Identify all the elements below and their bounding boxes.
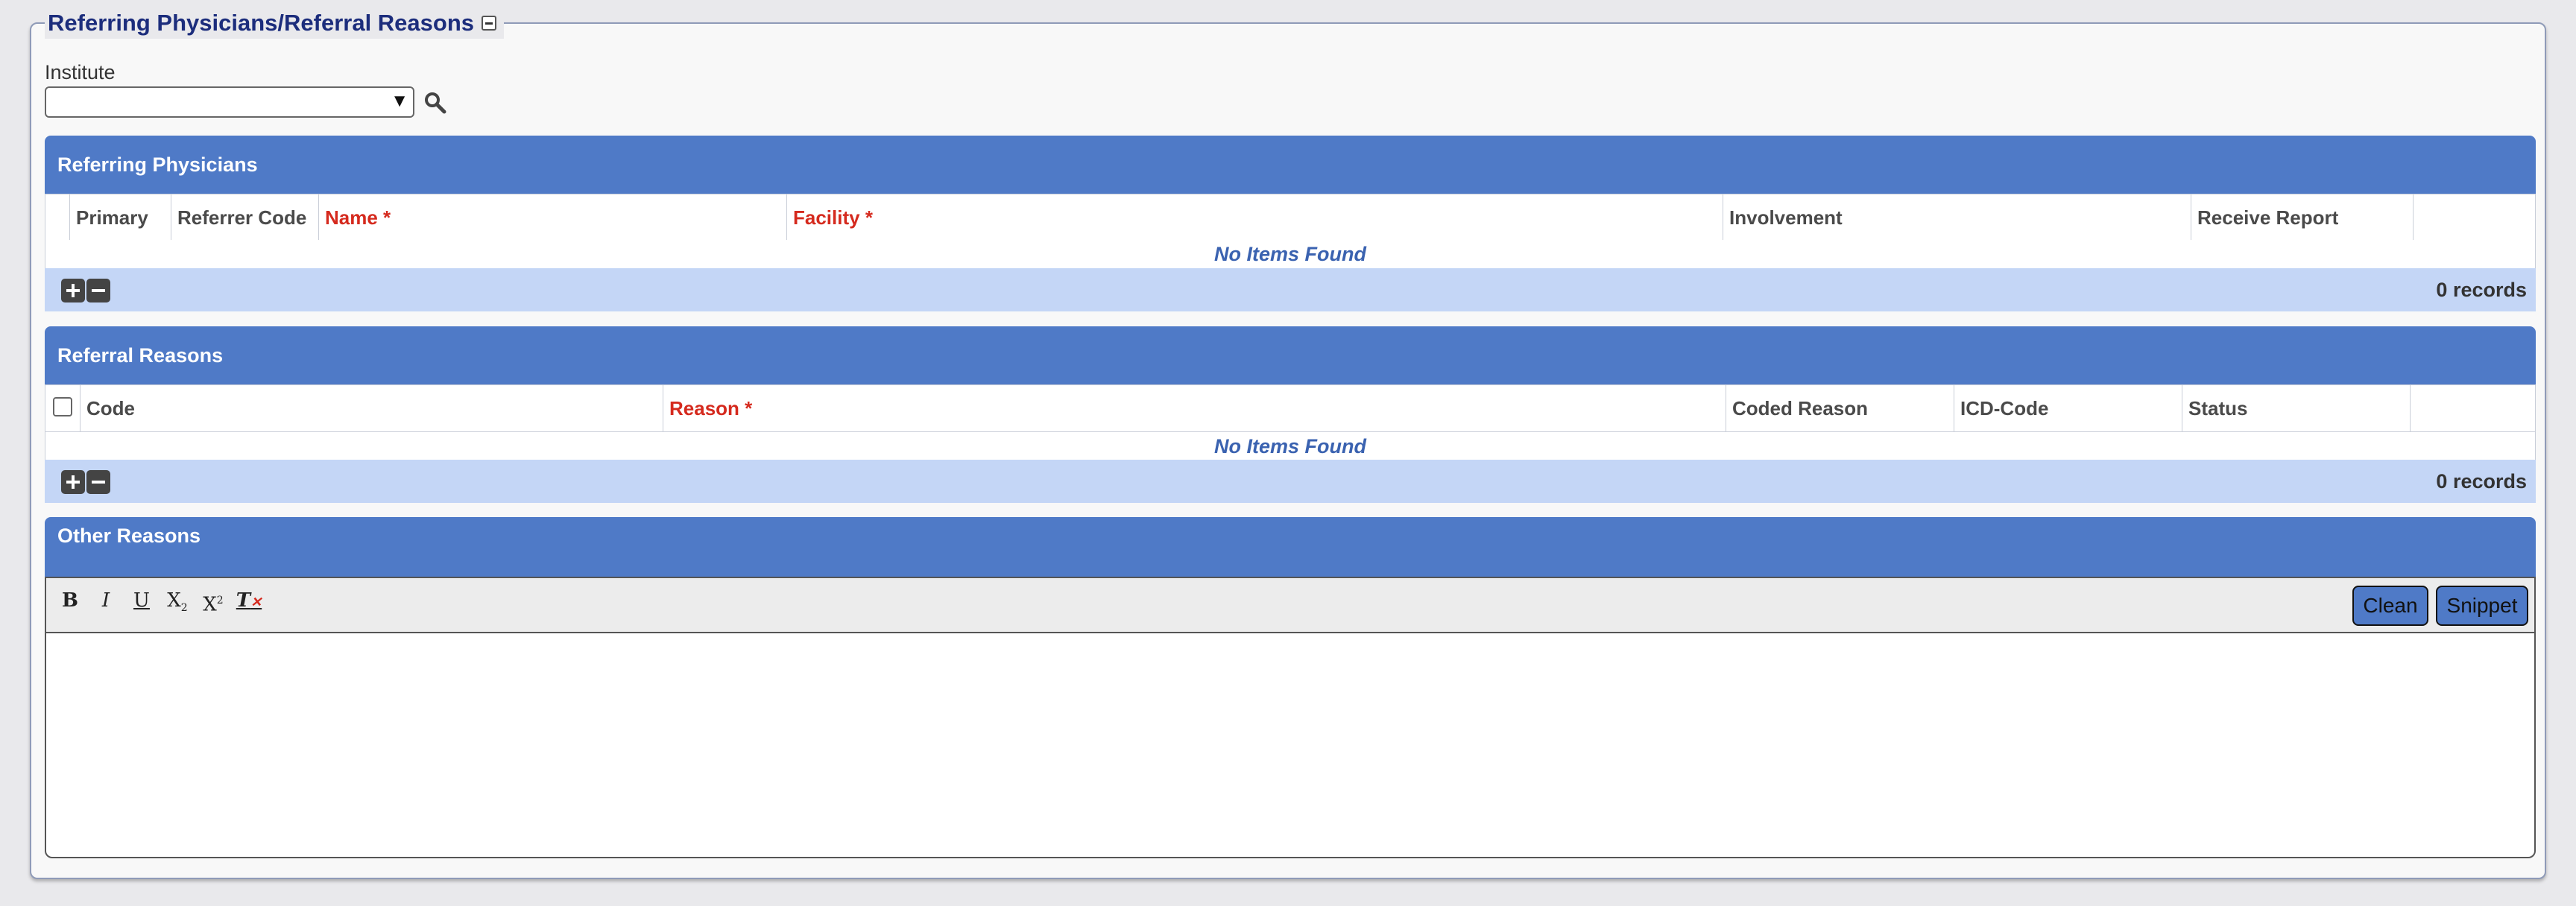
physicians-empty-message: No Items Found (45, 240, 2536, 268)
add-icon[interactable] (61, 470, 85, 494)
reasons-record-count: 0 records (2436, 470, 2527, 492)
institute-label: Institute (45, 61, 116, 83)
other-reasons-editor[interactable] (45, 633, 2536, 858)
other-reasons-header: Other Reasons (45, 517, 2536, 577)
snippet-button[interactable]: Snippet (2436, 586, 2528, 626)
col-icd-code[interactable]: ICD-Code (1954, 385, 2182, 431)
physicians-col-select (45, 194, 69, 241)
underline-icon[interactable]: U (127, 586, 157, 615)
reasons-table-header: Code Reason * Coded Reason ICD-Code Stat… (45, 384, 2536, 432)
col-status[interactable]: Status (2182, 385, 2410, 431)
section-legend: Referring Physicians/Referral Reasons (45, 7, 505, 39)
clear-format-x: ✕ (250, 595, 262, 610)
reasons-empty-message: No Items Found (45, 432, 2536, 460)
physicians-panel-header: Referring Physicians (45, 136, 2536, 194)
col-code[interactable]: Code (80, 385, 663, 431)
reasons-panel-header: Referral Reasons (45, 326, 2536, 384)
superscript-mark: 2 (216, 595, 224, 606)
institute-select[interactable]: ▼ (45, 86, 414, 118)
collapse-icon[interactable] (482, 16, 497, 31)
clear-format-letter: T (236, 589, 251, 612)
section-title: Referring Physicians/Referral Reasons (48, 10, 475, 36)
physicians-footer: 0 records (45, 268, 2536, 311)
superscript-letter: X (203, 593, 217, 616)
search-icon[interactable] (423, 91, 447, 115)
physicians-table-header: Primary Referrer Code Name * Facility * … (45, 194, 2536, 241)
col-name[interactable]: Name * (318, 194, 786, 241)
clean-button[interactable]: Clean (2352, 586, 2428, 626)
superscript-icon[interactable]: X2 (198, 586, 228, 616)
col-primary[interactable]: Primary (69, 194, 171, 241)
physicians-col-actions (2413, 194, 2535, 241)
col-facility[interactable]: Facility * (786, 194, 1723, 241)
clear-format-icon[interactable]: T✕ (234, 586, 264, 615)
subscript-letter: X (167, 589, 181, 612)
italic-icon[interactable]: I (91, 586, 121, 615)
editor-toolbar: B I U X2 X2 T✕ Clean Snippet (45, 577, 2536, 633)
remove-icon[interactable] (86, 279, 110, 302)
select-all-checkbox[interactable] (53, 397, 72, 416)
reasons-footer: 0 records (45, 460, 2536, 503)
col-reason[interactable]: Reason * (663, 385, 1726, 431)
subscript-icon[interactable]: X2 (162, 586, 192, 615)
col-referrer-code[interactable]: Referrer Code (171, 194, 318, 241)
dropdown-arrow-icon: ▼ (391, 91, 408, 111)
remove-icon[interactable] (86, 470, 110, 494)
reasons-col-select (45, 385, 80, 431)
add-icon[interactable] (61, 279, 85, 302)
col-receive-report[interactable]: Receive Report (2191, 194, 2413, 241)
reasons-col-actions (2410, 385, 2535, 431)
col-involvement[interactable]: Involvement (1723, 194, 2191, 241)
physicians-record-count: 0 records (2436, 279, 2527, 301)
bold-icon[interactable]: B (55, 586, 85, 615)
col-coded-reason[interactable]: Coded Reason (1726, 385, 1954, 431)
subscript-mark: 2 (180, 602, 188, 615)
